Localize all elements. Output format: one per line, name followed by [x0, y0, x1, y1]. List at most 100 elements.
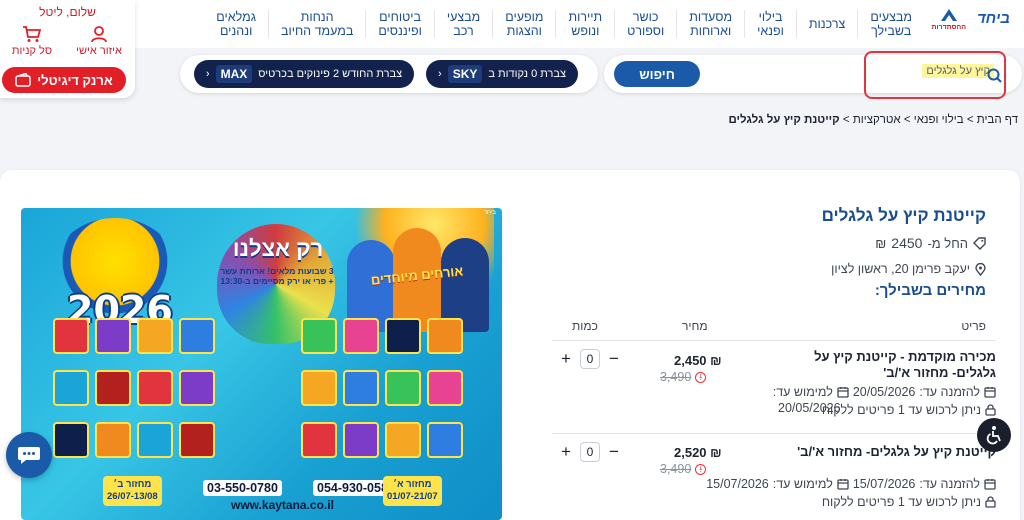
breadcrumb-separator: > — [842, 114, 850, 126]
user-greeting: שלום, ליטל — [39, 5, 96, 19]
activity-tile — [137, 370, 173, 406]
order-by-date: 20/05/2026 — [852, 385, 916, 399]
address-text: יעקב פרימן 20, ראשון לציון — [831, 262, 970, 276]
nav-item-retirees[interactable]: גמלאים ונהנים — [204, 10, 268, 38]
accessibility-button[interactable] — [977, 418, 1011, 452]
prices-heading: מחירים בשבילך: — [874, 282, 986, 299]
price-currency: ₪ — [875, 235, 887, 251]
nav-item-deals-for-you[interactable]: מבצעים בשבילך — [857, 10, 924, 38]
alert-icon: ! — [695, 371, 707, 383]
purchase-limit-text: ניתן לרכוש עד 1 פריטים ללקוח — [821, 403, 981, 417]
column-header-item: פריט — [961, 319, 986, 333]
breadcrumb-separator: > — [903, 114, 911, 126]
activity-tile — [53, 370, 89, 406]
activity-tile — [53, 318, 89, 354]
activity-tile — [137, 318, 173, 354]
nav-item-travel[interactable]: תיירות ונופש — [555, 10, 614, 38]
order-by-label: להזמנה עד: — [919, 385, 980, 399]
table-row: קייטנת קיץ על גלגלים- מחזור א'/ב' להזמנה… — [552, 442, 996, 520]
activity-tile — [179, 370, 215, 406]
session-b-dates: מחזור ב׳ 26/07-13/08 — [103, 476, 162, 506]
product-image[interactable]: ביחד 2026 רק אצלנו 3 שבועות מלאים! ארוחת… — [21, 208, 502, 520]
personal-area-button[interactable]: איזור אישי — [69, 25, 129, 57]
personal-area-label: איזור אישי — [76, 45, 122, 57]
site-logo[interactable]: ביחד ההסתדרות — [931, 6, 1010, 37]
activity-tile — [179, 318, 215, 354]
quantity-stepper: − 0 + — [560, 349, 620, 369]
activity-tile — [95, 370, 131, 406]
redeem-by-label: למימוש עד: — [772, 385, 833, 399]
promo-bar: צברת 0 נקודות ב SKY ‹ צברת החודש 2 פינוק… — [180, 55, 598, 93]
decrease-qty-button[interactable]: − — [608, 442, 620, 462]
alert-icon: ! — [695, 463, 707, 475]
poster-headline: רק אצלנו — [232, 236, 324, 261]
calendar-icon — [984, 387, 996, 398]
decrease-qty-button[interactable]: − — [608, 349, 620, 369]
nav-item-billing-discounts[interactable]: הנחות במעמד החיוב — [267, 10, 365, 38]
digital-wallet-button[interactable]: ארנק דיגיטלי — [2, 67, 126, 93]
old-price-amount: 3,490 — [660, 462, 692, 476]
breadcrumb-home[interactable]: דף הבית — [977, 114, 1018, 126]
calendar-icon — [984, 479, 996, 490]
price-value: 2450 — [891, 235, 923, 251]
poster-corner-logo: ביחד — [483, 210, 496, 216]
table-divider — [552, 340, 996, 341]
column-header-qty: כמות — [572, 319, 598, 333]
nav-item-restaurants[interactable]: מסעדות וארוחות — [676, 10, 744, 38]
nav-item-insurance[interactable]: ביטוחים ופיננסים — [365, 10, 434, 38]
location-icon — [975, 262, 986, 276]
sky-points-promo[interactable]: צברת 0 נקודות ב SKY ‹ — [426, 60, 578, 88]
chat-button[interactable] — [6, 432, 52, 478]
top-navigation: ביחד ההסתדרות מבצעים בשבילך צרכנות בילוי… — [0, 0, 1024, 48]
max-logo: MAX — [215, 65, 253, 83]
cart-button[interactable]: סל קניות — [2, 25, 62, 57]
activity-tile — [179, 422, 215, 458]
search-button[interactable]: חיפוש — [614, 61, 700, 87]
purchase-limit: ניתן לרכוש עד 1 פריטים ללקוח — [822, 403, 996, 417]
chevron-left-icon: ‹ — [205, 68, 210, 80]
calendar-icon — [837, 387, 849, 398]
brand-subtitle: ההסתדרות — [931, 24, 966, 31]
activity-tile — [137, 422, 173, 458]
activity-tile — [343, 422, 379, 458]
ticket-price: ₪ 2,450 — [674, 353, 722, 368]
activity-tile — [343, 370, 379, 406]
breadcrumb-attractions[interactable]: אטרקציות — [853, 114, 901, 126]
activity-tile — [385, 422, 421, 458]
accessibility-icon — [986, 426, 1001, 445]
increase-qty-button[interactable]: + — [560, 349, 572, 369]
price-prefix: החל מ- — [927, 235, 968, 251]
nav-item-car-deals[interactable]: מבצעי רכב — [433, 10, 492, 38]
lock-icon — [985, 404, 996, 416]
main-menu: מבצעים בשבילך צרכנות בילוי ופנאי מסעדות … — [204, 10, 924, 38]
sky-logo: SKY — [447, 65, 483, 83]
redeem-by-label: למימוש עד: — [772, 477, 833, 491]
table-divider — [552, 433, 996, 434]
breadcrumb-separator: > — [966, 114, 974, 126]
product-address: יעקב פרימן 20, ראשון לציון — [831, 262, 986, 276]
nav-item-leisure[interactable]: בילוי ופנאי — [744, 10, 796, 38]
price-amount: 2,520 — [674, 445, 707, 460]
breadcrumb-leisure[interactable]: בילוי ופנאי — [914, 114, 964, 126]
max-perks-promo[interactable]: צברת החודש 2 פינוקים בכרטיס MAX ‹ — [194, 60, 414, 88]
activity-tile — [95, 422, 131, 458]
increase-qty-button[interactable]: + — [560, 442, 572, 462]
activity-tile — [385, 370, 421, 406]
session-a-dates: מחזור א׳ 01/07-21/07 — [383, 476, 442, 506]
nav-item-shows[interactable]: מופעים והצגות — [492, 10, 555, 38]
cart-icon — [23, 26, 42, 42]
nav-item-consumer[interactable]: צרכנות — [795, 10, 857, 38]
nav-item-fitness[interactable]: כושר וספורט — [614, 10, 676, 38]
quantity-field[interactable]: 0 — [580, 349, 600, 369]
sky-promo-text: צברת 0 נקודות ב — [488, 68, 566, 80]
order-by-date: 15/07/2026 — [852, 477, 916, 491]
poster-phone-1: 03-550-0780 — [203, 480, 282, 496]
activity-tile — [427, 318, 463, 354]
ticket-old-price: ! 3,490 — [660, 370, 707, 384]
redeem-by-date: 15/07/2026 — [706, 477, 769, 491]
quantity-field[interactable]: 0 — [580, 442, 600, 462]
histadrut-logo: ההסתדרות — [931, 7, 966, 37]
starting-price: החל מ- 2450 ₪ — [875, 235, 986, 251]
user-panel: שלום, ליטל איזור אישי סל קניות ארנק דיגי… — [0, 0, 135, 98]
activity-tile — [343, 318, 379, 354]
